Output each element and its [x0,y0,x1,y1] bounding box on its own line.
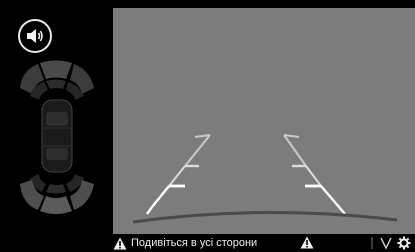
speaker-icon [27,29,43,43]
volume-button[interactable] [18,19,52,53]
warning-triangle-icon [300,236,314,249]
camera-controls [369,234,411,252]
rear-camera-screen: Подивіться в усі сторони [0,0,415,252]
bottom-status-bar: Подивіться в усі сторони [113,234,415,252]
parking-guidelines [132,134,398,224]
warning-text: Подивіться в усі сторони [131,237,258,249]
warning-triangle-icon [113,237,127,249]
warning-message: Подивіться в усі сторони [113,235,257,251]
rear-sensor-arcs [20,174,94,214]
gear-icon[interactable] [397,236,411,250]
rear-camera-view [113,8,415,234]
right-guideline [283,134,346,215]
left-guideline [146,134,211,215]
car-top-view [41,99,73,173]
front-sensor-arcs [20,60,94,100]
bumper-edge [132,210,398,224]
divider-line-icon [371,237,373,249]
guideline-toggle-icon[interactable] [379,236,393,250]
